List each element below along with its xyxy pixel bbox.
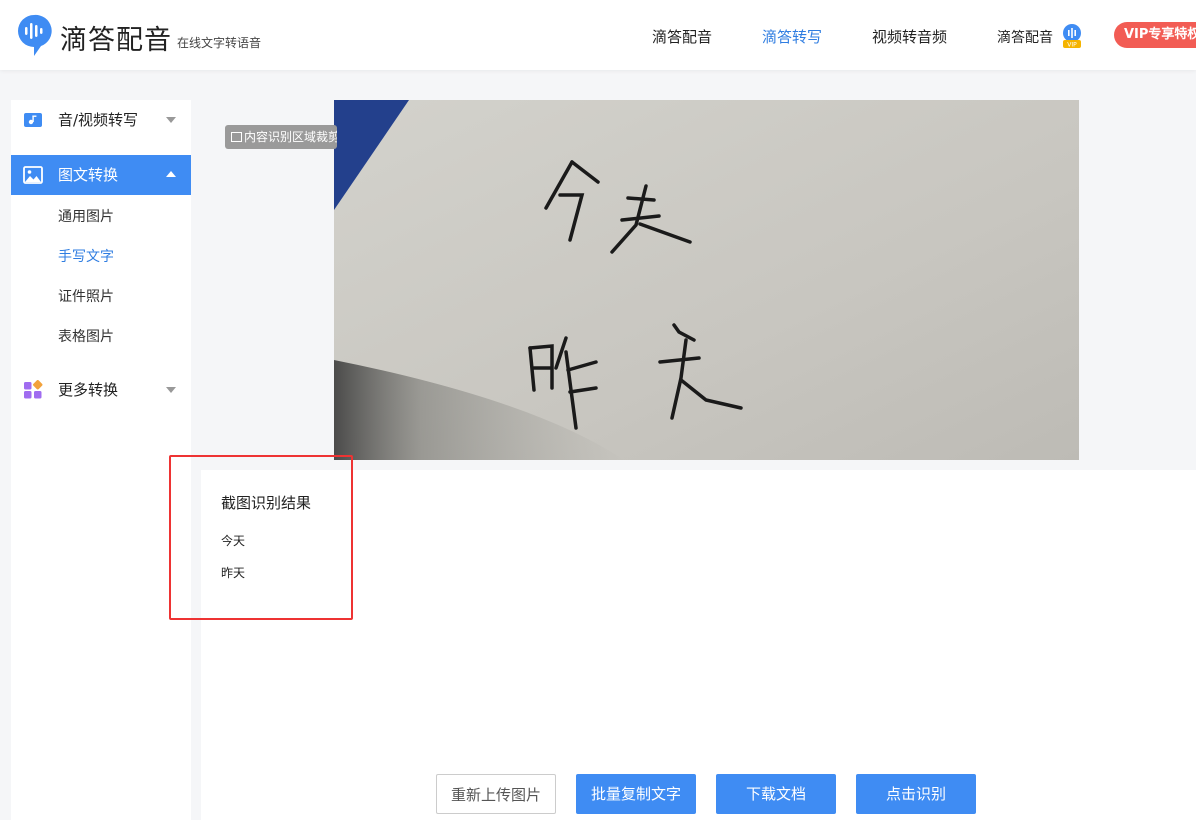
batch-copy-text-button[interactable]: 批量复制文字 bbox=[576, 774, 696, 814]
sidebar-group-label: 音/视频转写 bbox=[58, 111, 139, 129]
uploaded-handwriting-image[interactable] bbox=[334, 100, 1079, 460]
logo-icon[interactable] bbox=[16, 13, 52, 57]
sidebar-item-handwriting[interactable]: 手写文字 bbox=[58, 246, 114, 266]
vip-privilege-button[interactable]: VIP专享特权 bbox=[1114, 22, 1196, 48]
crop-region-label: 内容识别区域裁剪 bbox=[244, 130, 337, 144]
nav-dubbing-vip[interactable]: 滴答配音 bbox=[997, 27, 1053, 47]
reupload-image-button[interactable]: 重新上传图片 bbox=[436, 774, 556, 814]
brand-name[interactable]: 滴答配音 bbox=[60, 18, 172, 57]
sidebar-item-table-image[interactable]: 表格图片 bbox=[58, 326, 114, 346]
chevron-down-icon bbox=[166, 387, 176, 393]
sidebar: 音/视频转写 图文转换 通用图片 手写文字 证件照片 表格图片 更多转换 bbox=[11, 100, 191, 820]
video-icon bbox=[24, 113, 42, 127]
recognize-button[interactable]: 点击识别 bbox=[856, 774, 976, 814]
nav-video-to-audio[interactable]: 视频转音频 bbox=[872, 26, 947, 47]
chevron-down-icon bbox=[166, 117, 176, 123]
sidebar-group-image-text[interactable]: 图文转换 bbox=[11, 155, 191, 195]
highlight-annotation-box bbox=[169, 455, 353, 620]
nav-dubbing[interactable]: 滴答配音 bbox=[652, 26, 712, 47]
image-icon bbox=[23, 166, 43, 184]
nav-transcribe[interactable]: 滴答转写 bbox=[762, 26, 822, 47]
download-document-button[interactable]: 下载文档 bbox=[716, 774, 836, 814]
sidebar-group-label: 更多转换 bbox=[58, 381, 119, 399]
crop-region-button[interactable]: 内容识别区域裁剪 bbox=[225, 125, 337, 149]
sidebar-item-id-photo[interactable]: 证件照片 bbox=[58, 286, 114, 306]
sidebar-group-av-transcribe[interactable]: 音/视频转写 bbox=[11, 100, 191, 140]
image-icon bbox=[231, 132, 242, 142]
handwriting-photo bbox=[334, 100, 1079, 460]
vip-badge-icon: VIP bbox=[1063, 24, 1081, 49]
chevron-up-icon bbox=[166, 171, 176, 177]
sidebar-group-label: 图文转换 bbox=[58, 166, 119, 184]
brand-slogan: 在线文字转语音 bbox=[177, 36, 262, 50]
sidebar-item-general-image[interactable]: 通用图片 bbox=[58, 206, 114, 226]
sidebar-group-more[interactable]: 更多转换 bbox=[11, 370, 191, 410]
vip-badge-text: VIP bbox=[1067, 42, 1077, 49]
apps-icon bbox=[24, 380, 43, 399]
top-header: 滴答配音 在线文字转语音 滴答配音 滴答转写 视频转音频 滴答配音 VIP VI… bbox=[0, 0, 1196, 70]
